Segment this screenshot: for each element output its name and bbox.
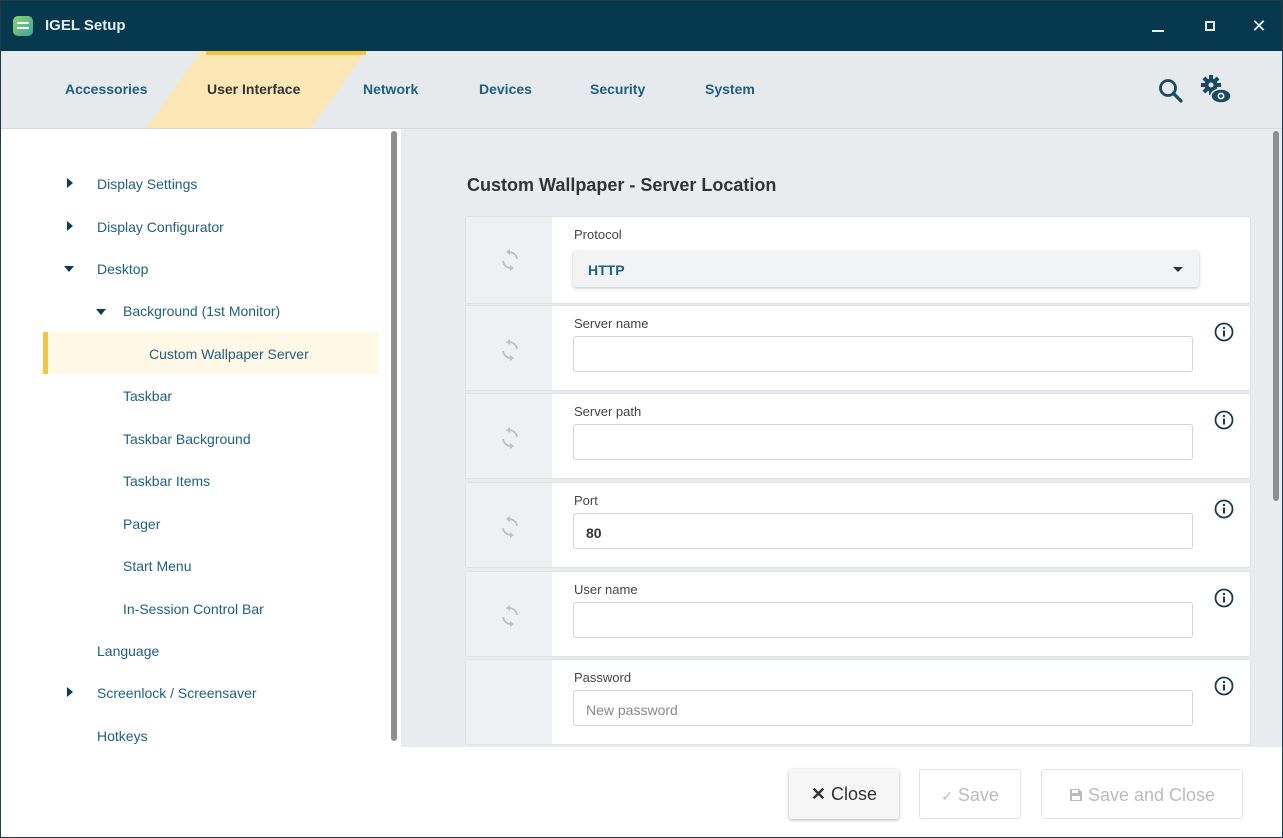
title-bar: IGEL Setup ✕ [1, 1, 1282, 51]
tree-item-background-1st-monitor[interactable]: Background (1st Monitor) [123, 303, 280, 319]
collapse-caret-icon[interactable] [64, 266, 74, 272]
expand-caret-icon[interactable] [67, 178, 73, 188]
password-input[interactable]: New password [573, 690, 1193, 726]
tab-accessories[interactable]: Accessories [65, 81, 148, 97]
active-tab-indicator [206, 51, 366, 55]
page-title: Custom Wallpaper - Server Location [467, 175, 777, 195]
info-icon[interactable] [1214, 322, 1234, 342]
server-path-setting-card: Server path [465, 393, 1251, 479]
tree-item-taskbar-items[interactable]: Taskbar Items [123, 473, 210, 489]
user-name-input[interactable] [573, 602, 1193, 638]
save-button-label: Save [957, 785, 999, 805]
save-and-close-button[interactable]: Save and Close [1041, 769, 1243, 819]
tree-item-display-configurator[interactable]: Display Configurator [97, 219, 224, 235]
port-setting-card: Port 80 [465, 482, 1251, 568]
user-name-label: User name [574, 582, 638, 597]
search-icon[interactable] [1157, 77, 1185, 105]
protocol-label: Protocol [574, 227, 622, 242]
window-title: IGEL Setup [45, 17, 126, 34]
tab-user-interface[interactable]: User Interface [207, 81, 300, 97]
tree-item-desktop[interactable]: Desktop [97, 261, 148, 277]
view-settings-gear-icon[interactable] [1199, 73, 1233, 107]
tree-item-display-settings[interactable]: Display Settings [97, 176, 197, 192]
tree-item-taskbar-background[interactable]: Taskbar Background [123, 431, 251, 447]
chevron-down-icon [1173, 267, 1183, 272]
tree-item-in-session-control-bar[interactable]: In-Session Control Bar [123, 601, 264, 617]
tab-devices[interactable]: Devices [479, 81, 532, 97]
close-button[interactable]: ✕ Close [789, 769, 899, 819]
port-input[interactable]: 80 [573, 513, 1193, 549]
maximize-button[interactable] [1197, 13, 1223, 39]
info-icon[interactable] [1214, 499, 1234, 519]
sync-icon[interactable] [501, 605, 519, 627]
tab-network[interactable]: Network [363, 81, 418, 97]
tree-selected-indicator [43, 332, 48, 374]
sync-icon[interactable] [501, 516, 519, 538]
tree-item-language[interactable]: Language [97, 643, 159, 659]
igel-setup-window: IGEL Setup ✕ Accessories User Interface … [0, 0, 1283, 838]
tree-item-custom-wallpaper-server[interactable]: Custom Wallpaper Server [149, 346, 309, 362]
close-icon: ✕ [810, 784, 827, 804]
sync-icon[interactable] [501, 427, 519, 449]
password-setting-card: Password New password [465, 659, 1251, 745]
tree-item-taskbar[interactable]: Taskbar [123, 388, 172, 404]
user-name-setting-card: User name [465, 571, 1251, 657]
port-label: Port [574, 493, 598, 508]
server-name-input[interactable] [573, 336, 1193, 372]
close-button-label: Close [831, 784, 878, 804]
sync-icon[interactable] [501, 249, 519, 271]
collapse-caret-icon[interactable] [96, 309, 106, 315]
info-icon[interactable] [1214, 588, 1234, 608]
save-and-close-button-label: Save and Close [1087, 785, 1216, 805]
tab-system[interactable]: System [705, 81, 755, 97]
tree-item-screenlock-screensaver[interactable]: Screenlock / Screensaver [97, 685, 257, 701]
expand-caret-icon[interactable] [67, 687, 73, 697]
minimize-button[interactable] [1145, 13, 1171, 39]
protocol-value: HTTP [588, 262, 625, 278]
info-icon[interactable] [1214, 676, 1234, 696]
checkmark-icon: ✓ [941, 788, 953, 804]
igel-app-icon [13, 16, 33, 36]
top-nav: Accessories User Interface Network Devic… [1, 51, 1282, 129]
floppy-disk-icon [1069, 789, 1082, 801]
server-name-label: Server name [574, 316, 649, 331]
sidebar-scrollbar[interactable] [391, 131, 397, 741]
save-button[interactable]: ✓ Save [919, 769, 1021, 819]
tree-item-start-menu[interactable]: Start Menu [123, 558, 191, 574]
expand-caret-icon[interactable] [67, 221, 73, 231]
content-scrollbar[interactable] [1273, 131, 1279, 501]
tree-item-pager[interactable]: Pager [123, 516, 160, 532]
server-path-input[interactable] [573, 424, 1193, 460]
password-label: Password [574, 670, 632, 685]
sync-icon[interactable] [501, 339, 519, 361]
protocol-setting-card: Protocol HTTP [465, 216, 1251, 304]
server-path-label: Server path [574, 404, 642, 419]
protocol-dropdown[interactable]: HTTP [573, 251, 1199, 287]
close-window-button[interactable]: ✕ [1246, 13, 1272, 39]
tab-security[interactable]: Security [590, 81, 645, 97]
tree-item-hotkeys[interactable]: Hotkeys [97, 728, 148, 744]
info-icon[interactable] [1214, 410, 1234, 430]
server-name-setting-card: Server name [465, 305, 1251, 391]
